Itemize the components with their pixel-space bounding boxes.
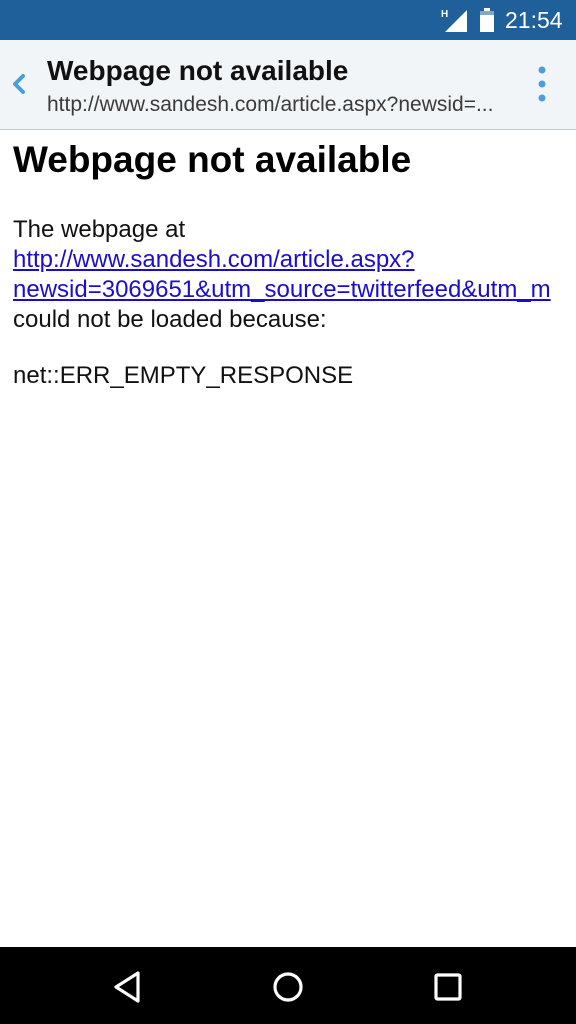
failed-url-link-line2[interactable]: newsid=3069651&utm_source=twitterfeed&ut… — [13, 275, 576, 305]
error-intro-text: The webpage at http://www.sandesh.com/ar… — [13, 215, 576, 335]
failed-url-link-line1[interactable]: http://www.sandesh.com/article.aspx? — [13, 245, 576, 275]
browser-toolbar: Webpage not available http://www.sandesh… — [0, 40, 576, 130]
back-icon[interactable] — [108, 967, 148, 1007]
error-code: net::ERR_EMPTY_RESPONSE — [13, 362, 354, 389]
back-chevron-icon[interactable] — [8, 70, 30, 98]
signal-strength-icon: H — [441, 9, 467, 32]
error-page: Webpage not available The webpage at htt… — [13, 138, 576, 938]
battery-icon — [480, 8, 494, 32]
clock: 21:54 — [505, 7, 563, 33]
status-bar: H 21:54 — [0, 0, 576, 40]
error-heading: Webpage not available — [13, 139, 412, 180]
system-navigation-bar — [0, 947, 576, 1024]
intro-label: The webpage at — [13, 216, 186, 243]
error-reason-text: could not be loaded because: — [13, 306, 327, 333]
network-type-label: H — [441, 9, 448, 20]
toolbar-title: Webpage not available — [47, 55, 349, 86]
recents-icon[interactable] — [428, 967, 468, 1007]
overflow-menu-icon[interactable] — [528, 64, 556, 106]
toolbar-url[interactable]: http://www.sandesh.com/article.aspx?news… — [47, 92, 525, 118]
home-icon[interactable] — [268, 967, 308, 1007]
